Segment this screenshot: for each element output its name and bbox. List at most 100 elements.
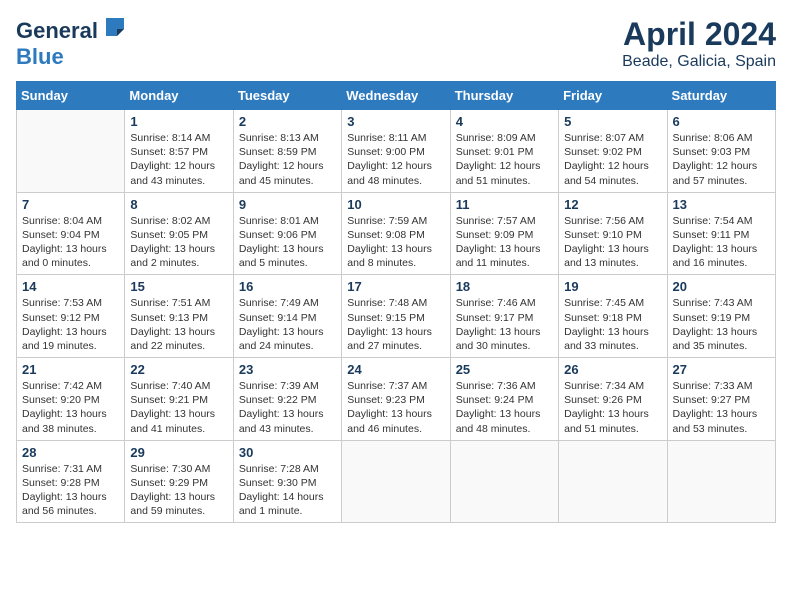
calendar-cell [450,440,558,523]
calendar-cell: 15Sunrise: 7:51 AMSunset: 9:13 PMDayligh… [125,275,233,358]
day-number: 29 [130,445,227,460]
logo-icon [104,16,126,38]
calendar-cell: 29Sunrise: 7:30 AMSunset: 9:29 PMDayligh… [125,440,233,523]
weekday-header-monday: Monday [125,82,233,110]
calendar-cell: 18 Sunrise: 7:46 AMSunset: 9:17 PMDayligh… [450,275,558,358]
day-number: 18 [456,279,553,294]
calendar-cell [17,110,125,193]
calendar-cell: 12 Sunrise: 7:56 AMSunset: 9:10 PMDayligh… [559,192,667,275]
day-info: Sunrise: 8:14 AMSunset: 8:57 PMDaylight:… [130,131,227,188]
calendar-cell: 28Sunrise: 7:31 AMSunset: 9:28 PMDayligh… [17,440,125,523]
calendar-cell: 1 Sunrise: 8:14 AMSunset: 8:57 PMDaylight… [125,110,233,193]
day-info: Sunrise: 8:09 AMSunset: 9:01 PMDaylight:… [456,131,553,188]
weekday-header-row: SundayMondayTuesdayWednesdayThursdayFrid… [17,82,776,110]
day-number: 19 [564,279,661,294]
day-info: Sunrise: 7:46 AMSunset: 9:17 PMDaylight:… [456,296,553,353]
calendar-week-3: 14 Sunrise: 7:53 AMSunset: 9:12 PMDayligh… [17,275,776,358]
header: General Blue April 2024 Beade, Galicia, … [16,16,776,71]
calendar-cell: 14 Sunrise: 7:53 AMSunset: 9:12 PMDayligh… [17,275,125,358]
day-number: 26 [564,362,661,377]
title-area: April 2024 Beade, Galicia, Spain [622,16,776,71]
month-title: April 2024 [622,16,776,53]
day-number: 21 [22,362,119,377]
day-number: 30 [239,445,336,460]
calendar-cell: 21 Sunrise: 7:42 AMSunset: 9:20 PMDayligh… [17,358,125,441]
day-number: 23 [239,362,336,377]
day-number: 25 [456,362,553,377]
day-info: Sunrise: 7:33 AMSunset: 9:27 PMDaylight:… [673,379,770,436]
day-number: 4 [456,114,553,129]
calendar-cell: 27 Sunrise: 7:33 AMSunset: 9:27 PMDayligh… [667,358,775,441]
day-info: Sunrise: 7:49 AMSunset: 9:14 PMDaylight:… [239,296,336,353]
day-number: 13 [673,197,770,212]
day-number: 12 [564,197,661,212]
day-number: 1 [130,114,227,129]
logo-general: General [16,18,98,43]
calendar-cell: 10 Sunrise: 7:59 AMSunset: 9:08 PMDayligh… [342,192,450,275]
day-number: 17 [347,279,444,294]
calendar-week-4: 21 Sunrise: 7:42 AMSunset: 9:20 PMDayligh… [17,358,776,441]
calendar-cell [342,440,450,523]
calendar: SundayMondayTuesdayWednesdayThursdayFrid… [16,81,776,523]
day-info: Sunrise: 7:43 AMSunset: 9:19 PMDaylight:… [673,296,770,353]
calendar-cell: 5Sunrise: 8:07 AMSunset: 9:02 PMDaylight… [559,110,667,193]
calendar-cell [667,440,775,523]
calendar-cell: 2Sunrise: 8:13 AMSunset: 8:59 PMDaylight… [233,110,341,193]
day-info: Sunrise: 7:42 AMSunset: 9:20 PMDaylight:… [22,379,119,436]
day-info: Sunrise: 7:54 AMSunset: 9:11 PMDaylight:… [673,214,770,271]
calendar-cell: 24 Sunrise: 7:37 AMSunset: 9:23 PMDayligh… [342,358,450,441]
day-number: 24 [347,362,444,377]
calendar-cell: 3 Sunrise: 8:11 AMSunset: 9:00 PMDaylight… [342,110,450,193]
day-info: Sunrise: 8:01 AMSunset: 9:06 PMDaylight:… [239,214,336,271]
calendar-cell: 30 Sunrise: 7:28 AMSunset: 9:30 PMDayligh… [233,440,341,523]
day-info: Sunrise: 8:02 AMSunset: 9:05 PMDaylight:… [130,214,227,271]
day-number: 11 [456,197,553,212]
day-number: 9 [239,197,336,212]
calendar-cell: 4 Sunrise: 8:09 AMSunset: 9:01 PMDaylight… [450,110,558,193]
calendar-cell: 13 Sunrise: 7:54 AMSunset: 9:11 PMDayligh… [667,192,775,275]
day-info: Sunrise: 7:59 AMSunset: 9:08 PMDaylight:… [347,214,444,271]
day-number: 2 [239,114,336,129]
calendar-cell: 9 Sunrise: 8:01 AMSunset: 9:06 PMDaylight… [233,192,341,275]
weekday-header-friday: Friday [559,82,667,110]
weekday-header-thursday: Thursday [450,82,558,110]
day-info: Sunrise: 7:37 AMSunset: 9:23 PMDaylight:… [347,379,444,436]
day-number: 16 [239,279,336,294]
logo: General Blue [16,16,126,70]
day-info: Sunrise: 7:36 AMSunset: 9:24 PMDaylight:… [456,379,553,436]
calendar-week-1: 1 Sunrise: 8:14 AMSunset: 8:57 PMDaylight… [17,110,776,193]
weekday-header-saturday: Saturday [667,82,775,110]
calendar-cell: 11Sunrise: 7:57 AMSunset: 9:09 PMDayligh… [450,192,558,275]
logo-blue: Blue [16,44,64,69]
day-info: Sunrise: 7:39 AMSunset: 9:22 PMDaylight:… [239,379,336,436]
day-info: Sunrise: 7:56 AMSunset: 9:10 PMDaylight:… [564,214,661,271]
calendar-cell: 7Sunrise: 8:04 AMSunset: 9:04 PMDaylight… [17,192,125,275]
day-info: Sunrise: 7:53 AMSunset: 9:12 PMDaylight:… [22,296,119,353]
day-info: Sunrise: 8:04 AMSunset: 9:04 PMDaylight:… [22,214,119,271]
day-number: 27 [673,362,770,377]
calendar-cell: 8 Sunrise: 8:02 AMSunset: 9:05 PMDaylight… [125,192,233,275]
calendar-cell [559,440,667,523]
day-info: Sunrise: 7:31 AMSunset: 9:28 PMDaylight:… [22,462,119,519]
day-info: Sunrise: 7:40 AMSunset: 9:21 PMDaylight:… [130,379,227,436]
weekday-header-tuesday: Tuesday [233,82,341,110]
day-number: 6 [673,114,770,129]
calendar-cell: 6 Sunrise: 8:06 AMSunset: 9:03 PMDaylight… [667,110,775,193]
day-info: Sunrise: 7:45 AMSunset: 9:18 PMDaylight:… [564,296,661,353]
day-info: Sunrise: 8:11 AMSunset: 9:00 PMDaylight:… [347,131,444,188]
calendar-cell: 25 Sunrise: 7:36 AMSunset: 9:24 PMDayligh… [450,358,558,441]
day-number: 10 [347,197,444,212]
day-number: 3 [347,114,444,129]
day-number: 15 [130,279,227,294]
calendar-week-2: 7Sunrise: 8:04 AMSunset: 9:04 PMDaylight… [17,192,776,275]
day-info: Sunrise: 7:28 AMSunset: 9:30 PMDaylight:… [239,462,336,519]
calendar-cell: 17Sunrise: 7:48 AMSunset: 9:15 PMDayligh… [342,275,450,358]
day-info: Sunrise: 8:07 AMSunset: 9:02 PMDaylight:… [564,131,661,188]
calendar-cell: 20 Sunrise: 7:43 AMSunset: 9:19 PMDayligh… [667,275,775,358]
day-number: 8 [130,197,227,212]
day-info: Sunrise: 8:06 AMSunset: 9:03 PMDaylight:… [673,131,770,188]
calendar-cell: 26Sunrise: 7:34 AMSunset: 9:26 PMDayligh… [559,358,667,441]
location-title: Beade, Galicia, Spain [622,53,776,71]
day-number: 20 [673,279,770,294]
day-number: 14 [22,279,119,294]
